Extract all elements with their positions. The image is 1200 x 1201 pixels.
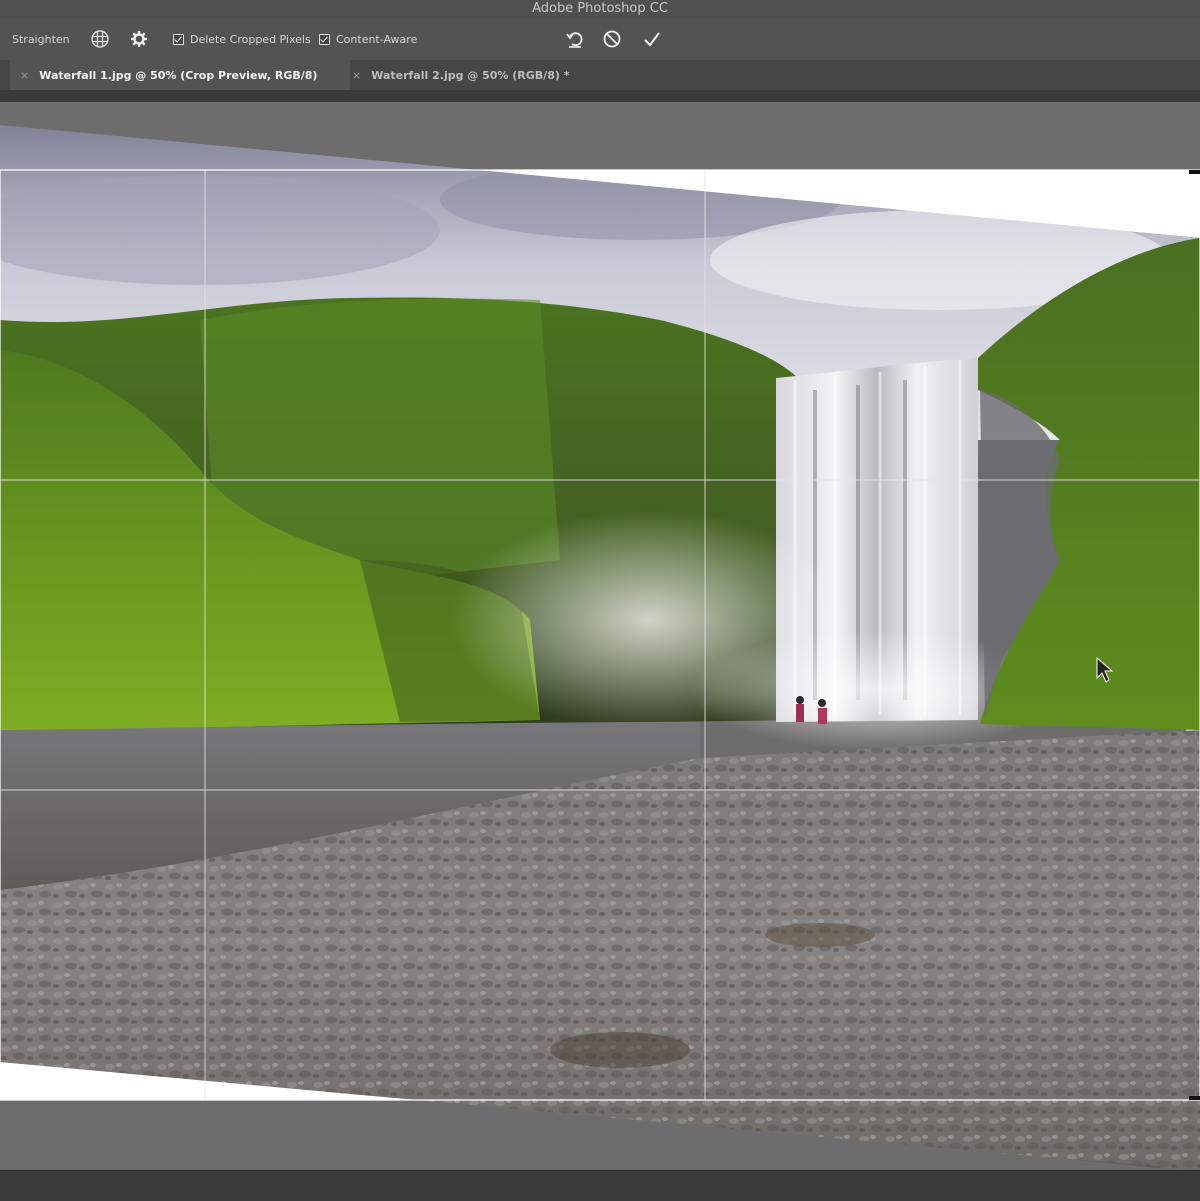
grid-overlay-icon[interactable] [88,27,112,51]
content-aware-label: Content-Aware [336,32,418,46]
gear-icon[interactable] [127,27,151,51]
checkbox-checked-icon [173,33,184,45]
tab-label: Waterfall 1.jpg @ 50% (Crop Preview, RGB… [39,68,318,82]
document-tab-bar: × Waterfall 1.jpg @ 50% (Crop Preview, R… [0,60,1200,90]
straighten-button[interactable]: Straighten [12,18,70,60]
crop-options-bar: Straighten Delete Cropped Pixels Content… [0,18,1200,61]
tab-waterfall-1[interactable]: × Waterfall 1.jpg @ 50% (Crop Preview, R… [10,60,350,90]
window-title-bar: Adobe Photoshop CC [0,0,1200,18]
straighten-label: Straighten [12,32,70,46]
content-aware-checkbox[interactable]: Content-Aware [319,18,417,60]
tab-underline-strip [0,90,1200,102]
close-icon[interactable]: × [352,69,361,82]
reset-icon[interactable] [563,27,587,51]
tab-label: Waterfall 2.jpg @ 50% (RGB/8) * [371,68,570,82]
checkbox-checked-icon [319,33,330,45]
status-bar [0,1170,1200,1201]
checkmark-icon[interactable] [640,27,664,51]
crop-preview-image[interactable] [0,102,1200,1170]
cancel-icon[interactable] [600,27,624,51]
app-title: Adobe Photoshop CC [532,1,668,16]
delete-cropped-pixels-checkbox[interactable]: Delete Cropped Pixels [173,18,311,60]
delete-cropped-pixels-label: Delete Cropped Pixels [190,32,311,46]
tab-waterfall-2[interactable]: × Waterfall 2.jpg @ 50% (RGB/8) * [342,60,652,90]
document-canvas[interactable] [0,102,1200,1170]
close-icon[interactable]: × [20,69,29,82]
